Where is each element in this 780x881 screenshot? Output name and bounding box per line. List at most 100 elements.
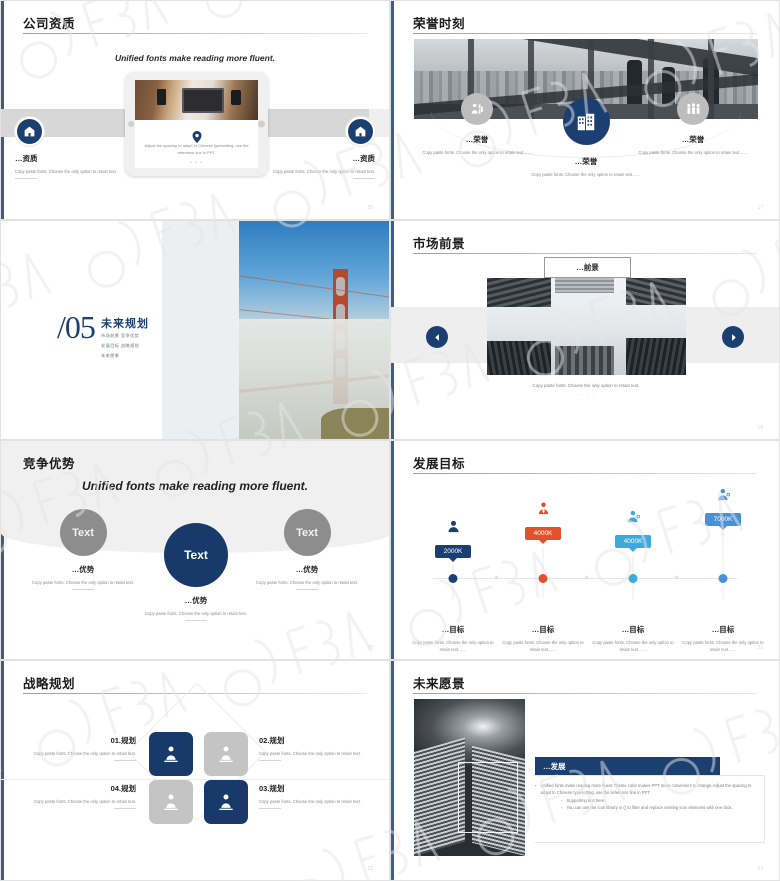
person-tie-icon bbox=[497, 501, 589, 521]
plan-label: 04.规划 bbox=[110, 784, 136, 793]
milestone-body: Copy paste fonts. Choose the only option… bbox=[592, 640, 674, 652]
vision-body: ▪ Unified fonts make reading more fluent… bbox=[535, 775, 765, 843]
desk-laptop-photo bbox=[135, 80, 258, 120]
feature-body: Copy paste fonts. Choose the only option… bbox=[273, 169, 375, 174]
milestone-3[interactable]: 4000K …目标 Copy paste fonts. Choose the o… bbox=[587, 509, 679, 653]
footer-dots: - - - - bbox=[577, 392, 595, 398]
title-rule bbox=[413, 693, 757, 694]
feature-column-right[interactable]: …资质 Copy paste fonts. Choose the only op… bbox=[265, 117, 375, 179]
arrow-left-icon[interactable] bbox=[426, 326, 448, 348]
vision-bullet-1: ▫ Supporting text here. bbox=[561, 797, 756, 804]
section-number: /05 bbox=[57, 309, 96, 345]
plan-body: Copy paste fonts. Choose the only option… bbox=[259, 751, 361, 756]
vision-paragraph: ▪ Unified fonts make reading more fluent… bbox=[535, 782, 756, 797]
bullet-marker: ▫ bbox=[561, 797, 563, 803]
milestone-4[interactable]: 7000K …目标 Copy paste fonts. Choose the o… bbox=[677, 487, 769, 653]
honor-label: …荣誉 bbox=[465, 135, 489, 144]
honor-body: Copy paste fonts. Choose the only option… bbox=[531, 172, 641, 177]
slide-market-prospects[interactable]: 市场前景 …前景 Copy paste fonts. Choose the on… bbox=[390, 220, 780, 440]
section-subline-3: 未来愿景 bbox=[101, 353, 120, 358]
milestone-1[interactable]: 2000K …目标 Copy paste fonts. Choose the o… bbox=[407, 519, 499, 653]
tablet-screen: Adjust the spacing to adapt to Chinese t… bbox=[135, 80, 258, 168]
golden-gate-bridge-photo bbox=[239, 221, 389, 439]
feature-label: …资质 bbox=[15, 154, 38, 163]
title-rule bbox=[413, 473, 757, 474]
milestone-value: 4000K bbox=[524, 527, 562, 544]
tablet-button-right bbox=[258, 120, 265, 128]
slide-company-qualification[interactable]: 公司资质 Unified fonts make reading more flu… bbox=[0, 0, 390, 220]
milestone-value: 4000K bbox=[614, 535, 652, 552]
page-number: 21 bbox=[757, 645, 763, 651]
divider bbox=[114, 760, 136, 761]
slide-accent-bar bbox=[391, 441, 394, 659]
page-number: 19 bbox=[757, 425, 763, 431]
plan-label: 02.规划 bbox=[259, 736, 285, 745]
slide-accent-bar bbox=[391, 1, 394, 219]
person-blue-icon bbox=[677, 487, 769, 507]
tablet-mockup: Adjust the spacing to adapt to Chinese t… bbox=[125, 72, 268, 176]
slide-strategic-planning[interactable]: 战略规划 01.规划 Copy paste fonts. Choose the … bbox=[0, 660, 390, 881]
advantage-label: …优势 bbox=[71, 565, 95, 574]
tablet-pager-dots[interactable]: • • • bbox=[135, 160, 258, 166]
milestone-label: …目标 bbox=[441, 625, 465, 634]
caption-box[interactable]: …前景 bbox=[544, 257, 631, 278]
slide-honor-moment[interactable]: 荣誉时刻 …荣誉 Copy paste fonts. Choose the on… bbox=[390, 0, 780, 220]
image-footer: Copy paste fonts. Choose the only option… bbox=[486, 382, 686, 398]
plan-item-02[interactable]: 02.规划 Copy paste fonts. Choose the only … bbox=[259, 735, 369, 761]
page-title: 公司资质 bbox=[23, 17, 76, 31]
tablet-button-left bbox=[128, 121, 134, 127]
slide-development-goals[interactable]: 发展目标 2000K …目标 Copy paste fonts. Choose … bbox=[390, 440, 780, 660]
page-title: 竞争优势 bbox=[23, 457, 76, 471]
slide-competitive-advantage[interactable]: 竞争优势 Unified fonts make reading more flu… bbox=[0, 440, 390, 660]
page-title: 荣誉时刻 bbox=[413, 17, 466, 31]
footer-body: Copy paste fonts. Choose the only option… bbox=[532, 383, 640, 388]
advantage-node-1[interactable]: Text …优势 Copy paste fonts. Choose the on… bbox=[23, 509, 143, 590]
headline-script: Unified fonts make reading more fluent. bbox=[114, 53, 276, 63]
feature-column-left[interactable]: …资质 Copy paste fonts. Choose the only op… bbox=[15, 117, 125, 179]
milestone-2[interactable]: 4000K …目标 Copy paste fonts. Choose the o… bbox=[497, 501, 589, 653]
plan-item-04[interactable]: 04.规划 Copy paste fonts. Choose the only … bbox=[26, 783, 136, 809]
bullet-marker: ▪ bbox=[535, 783, 537, 788]
advantage-node-3[interactable]: Text …优势 Copy paste fonts. Choose the on… bbox=[247, 509, 367, 590]
honor-node-2[interactable]: …荣誉 Copy paste fonts. Choose the only op… bbox=[530, 98, 642, 178]
home-shield-icon bbox=[346, 117, 375, 146]
advantage-body: Copy paste fonts. Choose the only option… bbox=[145, 611, 247, 616]
grey-panel bbox=[162, 221, 239, 439]
tablet-caption: Adjust the spacing to adapt to Chinese t… bbox=[144, 143, 249, 155]
plan-tile-04[interactable] bbox=[149, 780, 193, 824]
page-title: 未来愿景 bbox=[413, 677, 466, 691]
headline-script: Unified fonts make reading more fluent. bbox=[81, 479, 309, 493]
section-title: 未来规划 bbox=[101, 318, 149, 330]
honor-node-1[interactable]: …荣誉 Copy paste fonts. Choose the only op… bbox=[421, 93, 533, 156]
people-group-icon bbox=[677, 93, 709, 125]
milestone-label: …目标 bbox=[621, 625, 645, 634]
circle-text-badge: Text bbox=[164, 523, 228, 587]
page-number: 22 bbox=[367, 866, 373, 872]
milestone-body: Copy paste fonts. Choose the only option… bbox=[412, 640, 494, 652]
home-shield-icon bbox=[15, 117, 44, 146]
milestone-label: …目标 bbox=[711, 625, 735, 634]
page-number: 23 bbox=[757, 866, 763, 872]
slide-future-plan-divider[interactable]: /05 未来规划 市场前景 竞争优势 发展目标 战略规划 未来愿景 bbox=[0, 220, 390, 440]
person-cyan-icon bbox=[587, 509, 679, 529]
divider bbox=[259, 808, 281, 809]
organization-chart-icon bbox=[219, 746, 233, 762]
plan-tile-02[interactable] bbox=[204, 732, 248, 776]
plan-tile-01[interactable] bbox=[149, 732, 193, 776]
slide-future-vision[interactable]: 未来愿景 …发展 ▪ Unified fonts make reading mo… bbox=[390, 660, 780, 881]
vision-header-label: …发展 bbox=[543, 761, 566, 771]
organization-chart-icon bbox=[164, 746, 178, 762]
arrow-right-icon[interactable] bbox=[722, 326, 744, 348]
advantage-node-2[interactable]: Text …优势 Copy paste fonts. Choose the on… bbox=[136, 523, 256, 621]
page-number: 17 bbox=[757, 205, 763, 211]
plan-tile-03[interactable] bbox=[204, 780, 248, 824]
plan-item-03[interactable]: 03.规划 Copy paste fonts. Choose the only … bbox=[259, 783, 369, 809]
plan-item-01[interactable]: 01.规划 Copy paste fonts. Choose the only … bbox=[26, 735, 136, 761]
feature-body: Copy paste fonts. Choose the only option… bbox=[15, 169, 117, 174]
divider bbox=[259, 760, 281, 761]
divider bbox=[296, 589, 318, 590]
advantage-label: …优势 bbox=[295, 565, 319, 574]
vision-bullet-2: ▫ You can use the icon library in () to … bbox=[561, 804, 756, 811]
honor-node-3[interactable]: …荣誉 Copy paste fonts. Choose the only op… bbox=[637, 93, 749, 156]
advantage-label: …优势 bbox=[184, 596, 208, 605]
